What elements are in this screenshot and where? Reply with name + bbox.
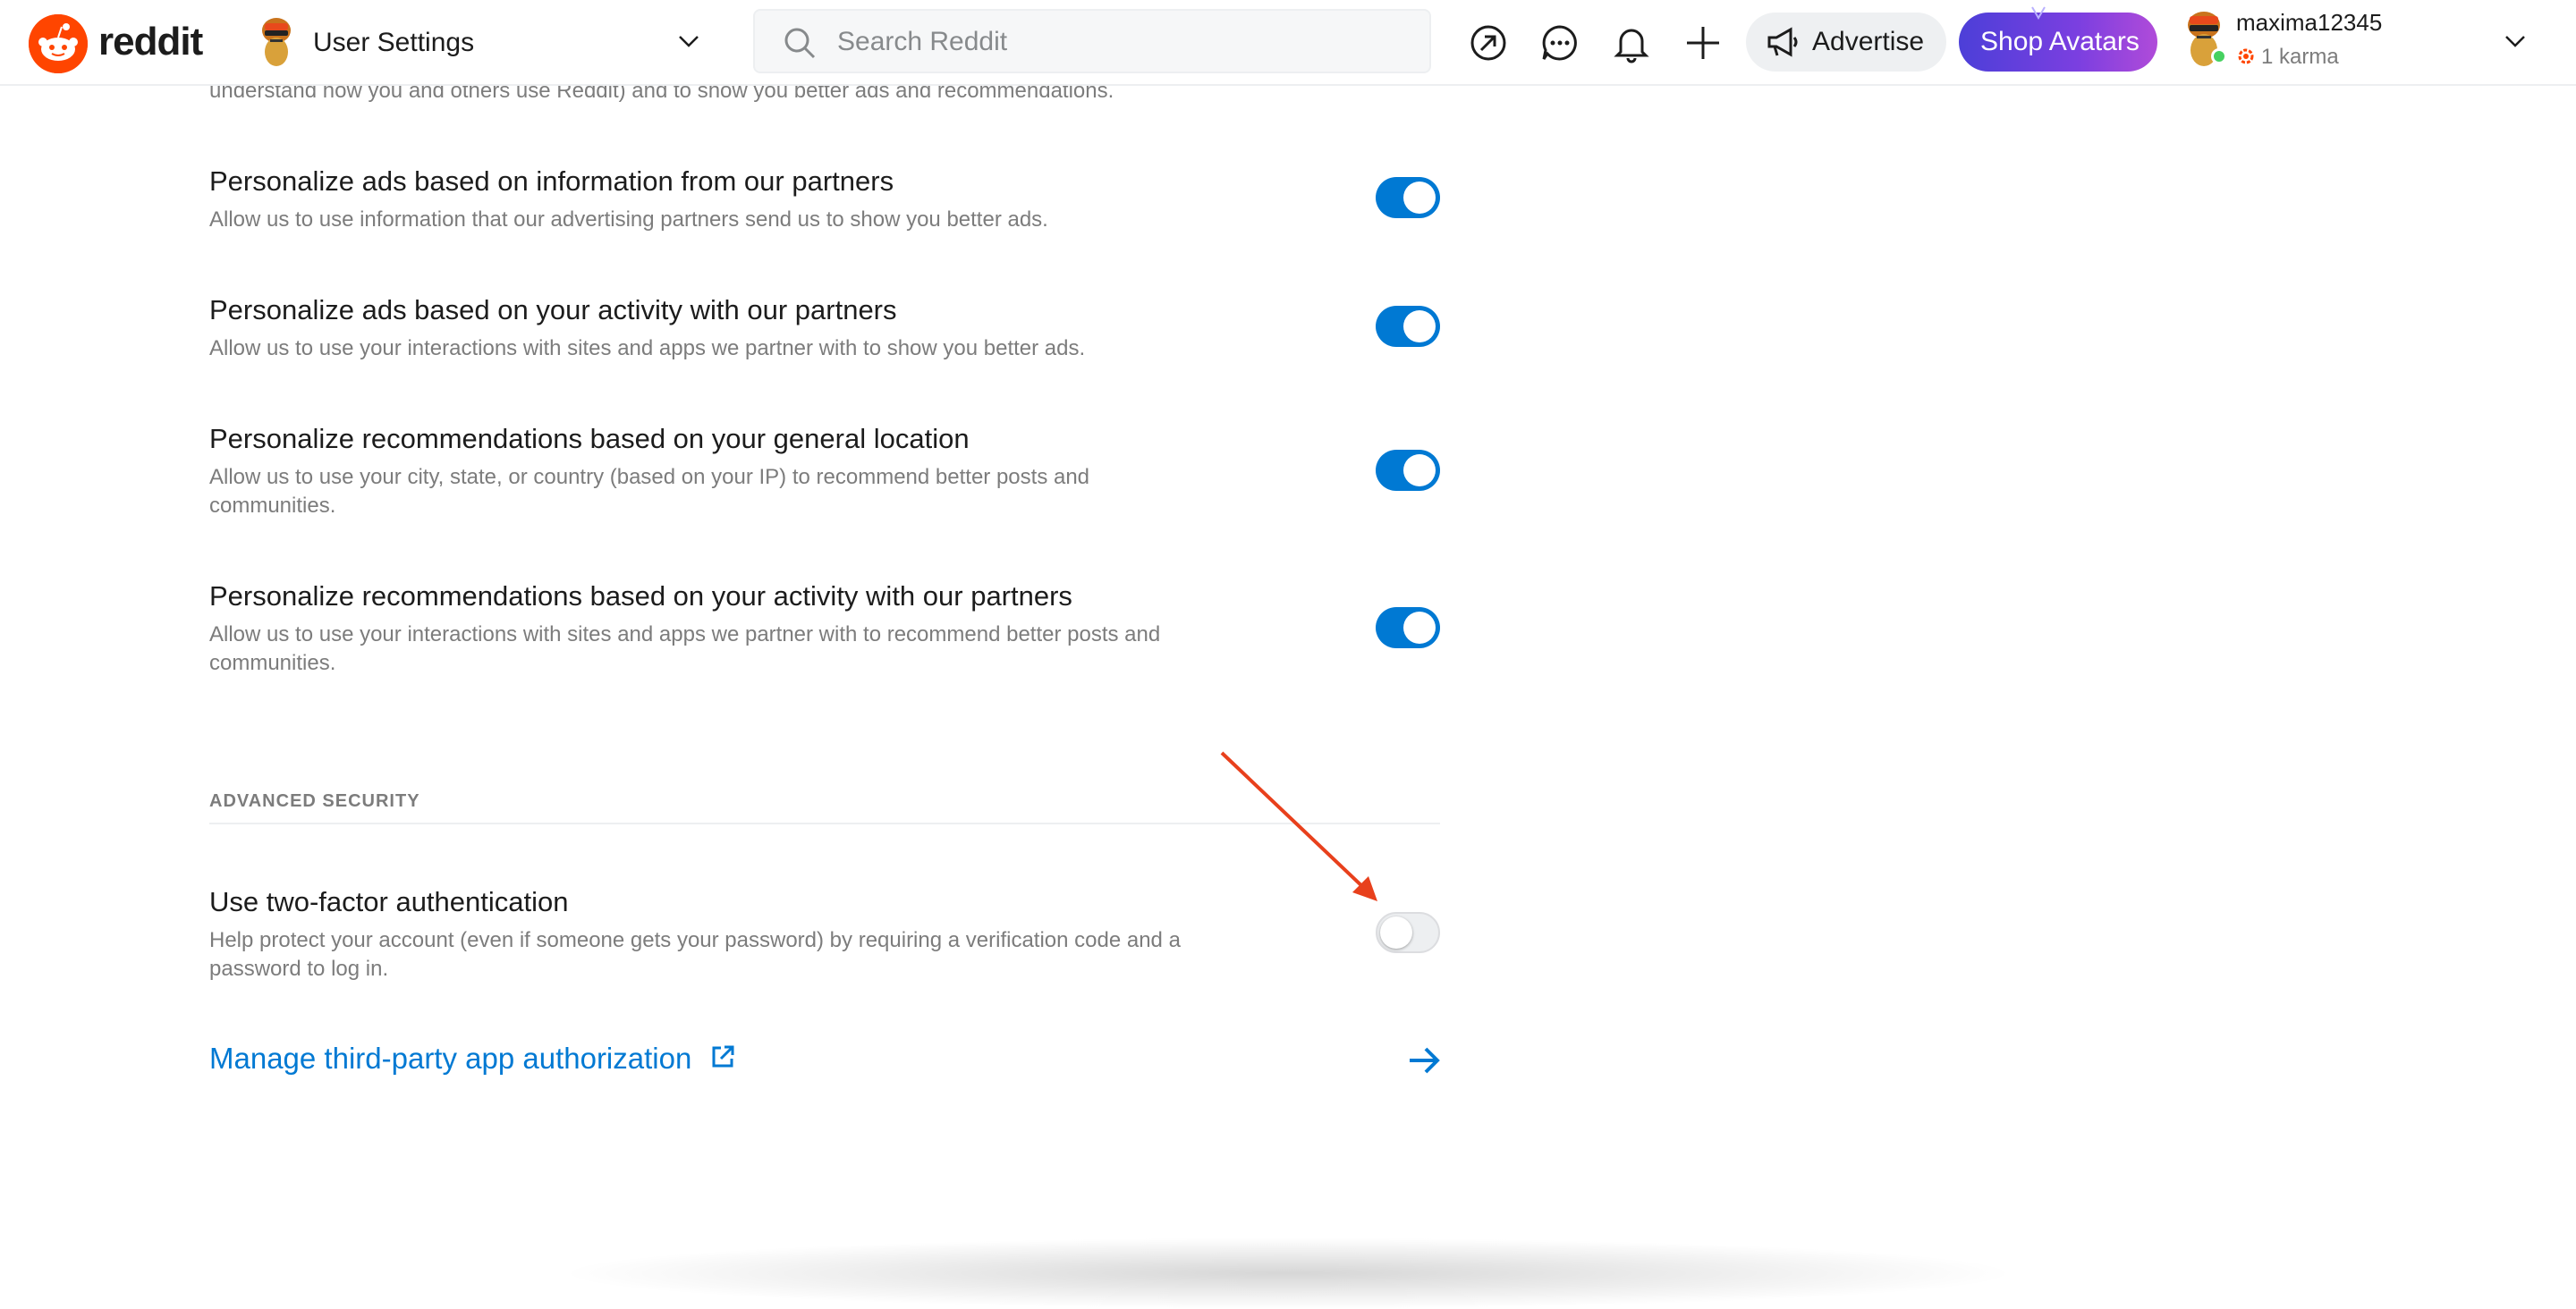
toggle-knob [1403,612,1436,644]
external-link-icon [709,1043,736,1069]
username: maxima12345 [2236,9,2383,36]
manage-third-party-apps-link[interactable]: Manage third-party app authorization [209,1041,736,1077]
search-icon [782,25,818,61]
user-menu-chevron-icon[interactable] [2501,27,2529,55]
setting-description: Help protect your account (even if someo… [209,928,1181,981]
setting-description: Allow us to use your city, state, or cou… [209,465,1090,518]
toggle-partner-activity-ads[interactable] [1376,306,1440,347]
annotation-arrow-icon [1220,751,1377,901]
advertise-label: Advertise [1812,27,1925,56]
toggle-partner-activity-recommendations[interactable] [1376,607,1440,648]
setting-description: Allow us to use information that our adv… [209,207,1048,232]
setting-title-location-recommendations: Personalize recommendations based on you… [209,423,970,454]
setting-title-partner-activity-ads: Personalize ads based on your activity w… [209,294,897,325]
popular-icon[interactable] [1467,21,1510,64]
shop-avatars-button[interactable]: Shop Avatars [1959,6,2157,72]
notification-bell-icon[interactable] [1610,21,1653,64]
page-title: User Settings [313,28,475,57]
setting-title-partner-activity-recommendations: Personalize recommendations based on you… [209,580,1072,612]
chat-icon[interactable] [1538,21,1581,64]
sparkle-icon [2030,5,2046,20]
setting-title-partner-info-ads: Personalize ads based on information fro… [209,165,894,197]
toggle-partner-info-ads[interactable] [1376,177,1440,218]
setting-description: Allow us to use your interactions with s… [209,336,1086,360]
toggle-two-factor[interactable] [1376,912,1440,953]
karma-count: 1 karma [2261,45,2339,69]
toggle-knob [1380,916,1412,949]
advertise-button[interactable]: Advertise [1746,13,1946,72]
setting-description: Allow us to use your interactions with s… [209,622,1161,675]
toggle-knob [1403,182,1436,214]
top-header: reddit User Settings Advertise [0,0,2576,86]
setting-title-two-factor: Use two-factor authentication [209,886,569,917]
search-bar[interactable] [753,9,1431,73]
toggle-knob [1403,454,1436,486]
bottom-shadow [555,1237,2021,1309]
arrow-right-icon[interactable] [1406,1043,1442,1078]
search-input[interactable] [835,21,1411,63]
reddit-wordmark[interactable]: reddit [98,18,203,66]
chevron-down-icon[interactable] [674,27,703,55]
online-status-dot [2211,48,2227,64]
settings-avatar-icon [254,13,299,68]
shop-avatars-label: Shop Avatars [1980,27,2140,56]
manage-third-party-apps-label: Manage third-party app authorization [209,1042,692,1075]
toggle-knob [1403,310,1436,342]
section-heading-advanced-security: ADVANCED SECURITY [209,791,420,811]
megaphone-icon [1766,25,1801,59]
reddit-logo-icon[interactable] [29,14,88,73]
karma-icon [2236,46,2256,66]
create-post-plus-icon[interactable] [1682,21,1724,64]
toggle-location-recommendations[interactable] [1376,450,1440,491]
